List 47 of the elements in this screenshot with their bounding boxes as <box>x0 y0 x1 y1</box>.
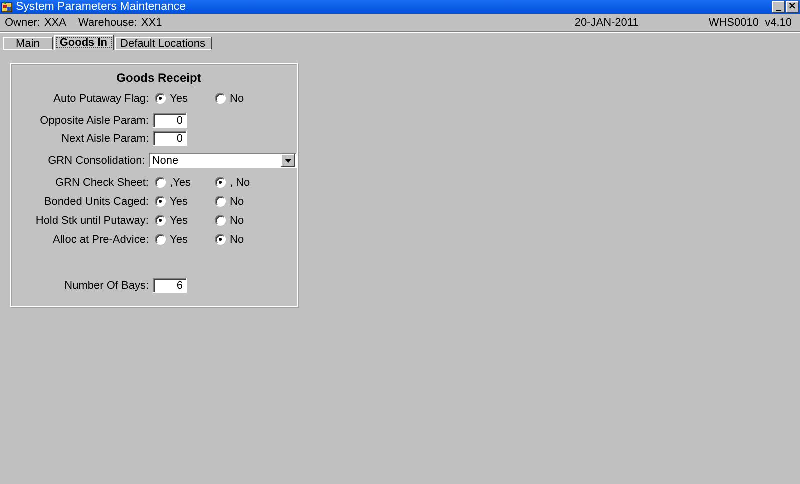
radio-button[interactable] <box>215 234 226 245</box>
tab[interactable]: Default Locations <box>114 37 212 50</box>
field-label: Auto Putaway Flag: <box>52 92 150 104</box>
dropdown-field[interactable]: None <box>149 153 297 168</box>
close-button[interactable]: × <box>786 1 799 13</box>
owner-value: XXA <box>44 16 66 28</box>
field-label: Hold Stk until Putaway: <box>34 214 150 226</box>
radio-label[interactable]: Yes <box>170 214 188 226</box>
radio-button[interactable] <box>155 196 166 207</box>
warehouse-label: Warehouse: <box>78 16 138 28</box>
radio-label[interactable]: , No <box>230 176 250 188</box>
field-label: Number Of Bays: <box>64 280 150 292</box>
window-title: System Parameters Maintenance <box>16 1 188 13</box>
radio-label[interactable]: No <box>230 214 244 226</box>
radio-label[interactable]: ,Yes <box>170 176 192 188</box>
field-label: Next Aisle Param: <box>60 132 150 144</box>
number-field[interactable]: 0 <box>153 113 187 128</box>
radio-button[interactable] <box>215 215 226 226</box>
version-text: WHS0010 v4.10 <box>708 16 792 28</box>
radio-label[interactable]: Yes <box>170 234 188 246</box>
date-text: 20-JAN-2011 <box>574 16 639 28</box>
minimize-button[interactable]: _ <box>772 1 785 13</box>
tab[interactable]: Main <box>3 37 53 50</box>
radio-button[interactable] <box>155 177 166 188</box>
radio-button[interactable] <box>155 93 166 104</box>
number-field[interactable]: 6 <box>153 278 187 293</box>
radio-label[interactable]: Yes <box>170 92 188 104</box>
owner-label: Owner: <box>5 16 40 28</box>
radio-label[interactable]: No <box>230 234 244 246</box>
radio-button[interactable] <box>215 93 226 104</box>
field-label: Alloc at Pre-Advice: <box>52 234 150 246</box>
radio-button[interactable] <box>155 215 166 226</box>
radio-button[interactable] <box>215 177 226 188</box>
tab[interactable]: Goods In <box>54 35 114 50</box>
field-label: Opposite Aisle Param: <box>39 114 150 126</box>
warehouse-value: XX1 <box>141 16 162 28</box>
radio-label[interactable]: No <box>230 92 244 104</box>
radio-label[interactable]: Yes <box>170 196 188 208</box>
field-label: Bonded Units Caged: <box>43 196 150 208</box>
field-label: GRN Check Sheet: <box>54 176 150 188</box>
radio-label[interactable]: No <box>230 196 244 208</box>
radio-button[interactable] <box>155 234 166 245</box>
panel-title: Goods Receipt <box>116 70 202 87</box>
number-field[interactable]: 0 <box>153 131 187 146</box>
radio-button[interactable] <box>215 196 226 207</box>
app-icon <box>1 1 13 13</box>
field-label: GRN Consolidation: <box>47 154 146 166</box>
